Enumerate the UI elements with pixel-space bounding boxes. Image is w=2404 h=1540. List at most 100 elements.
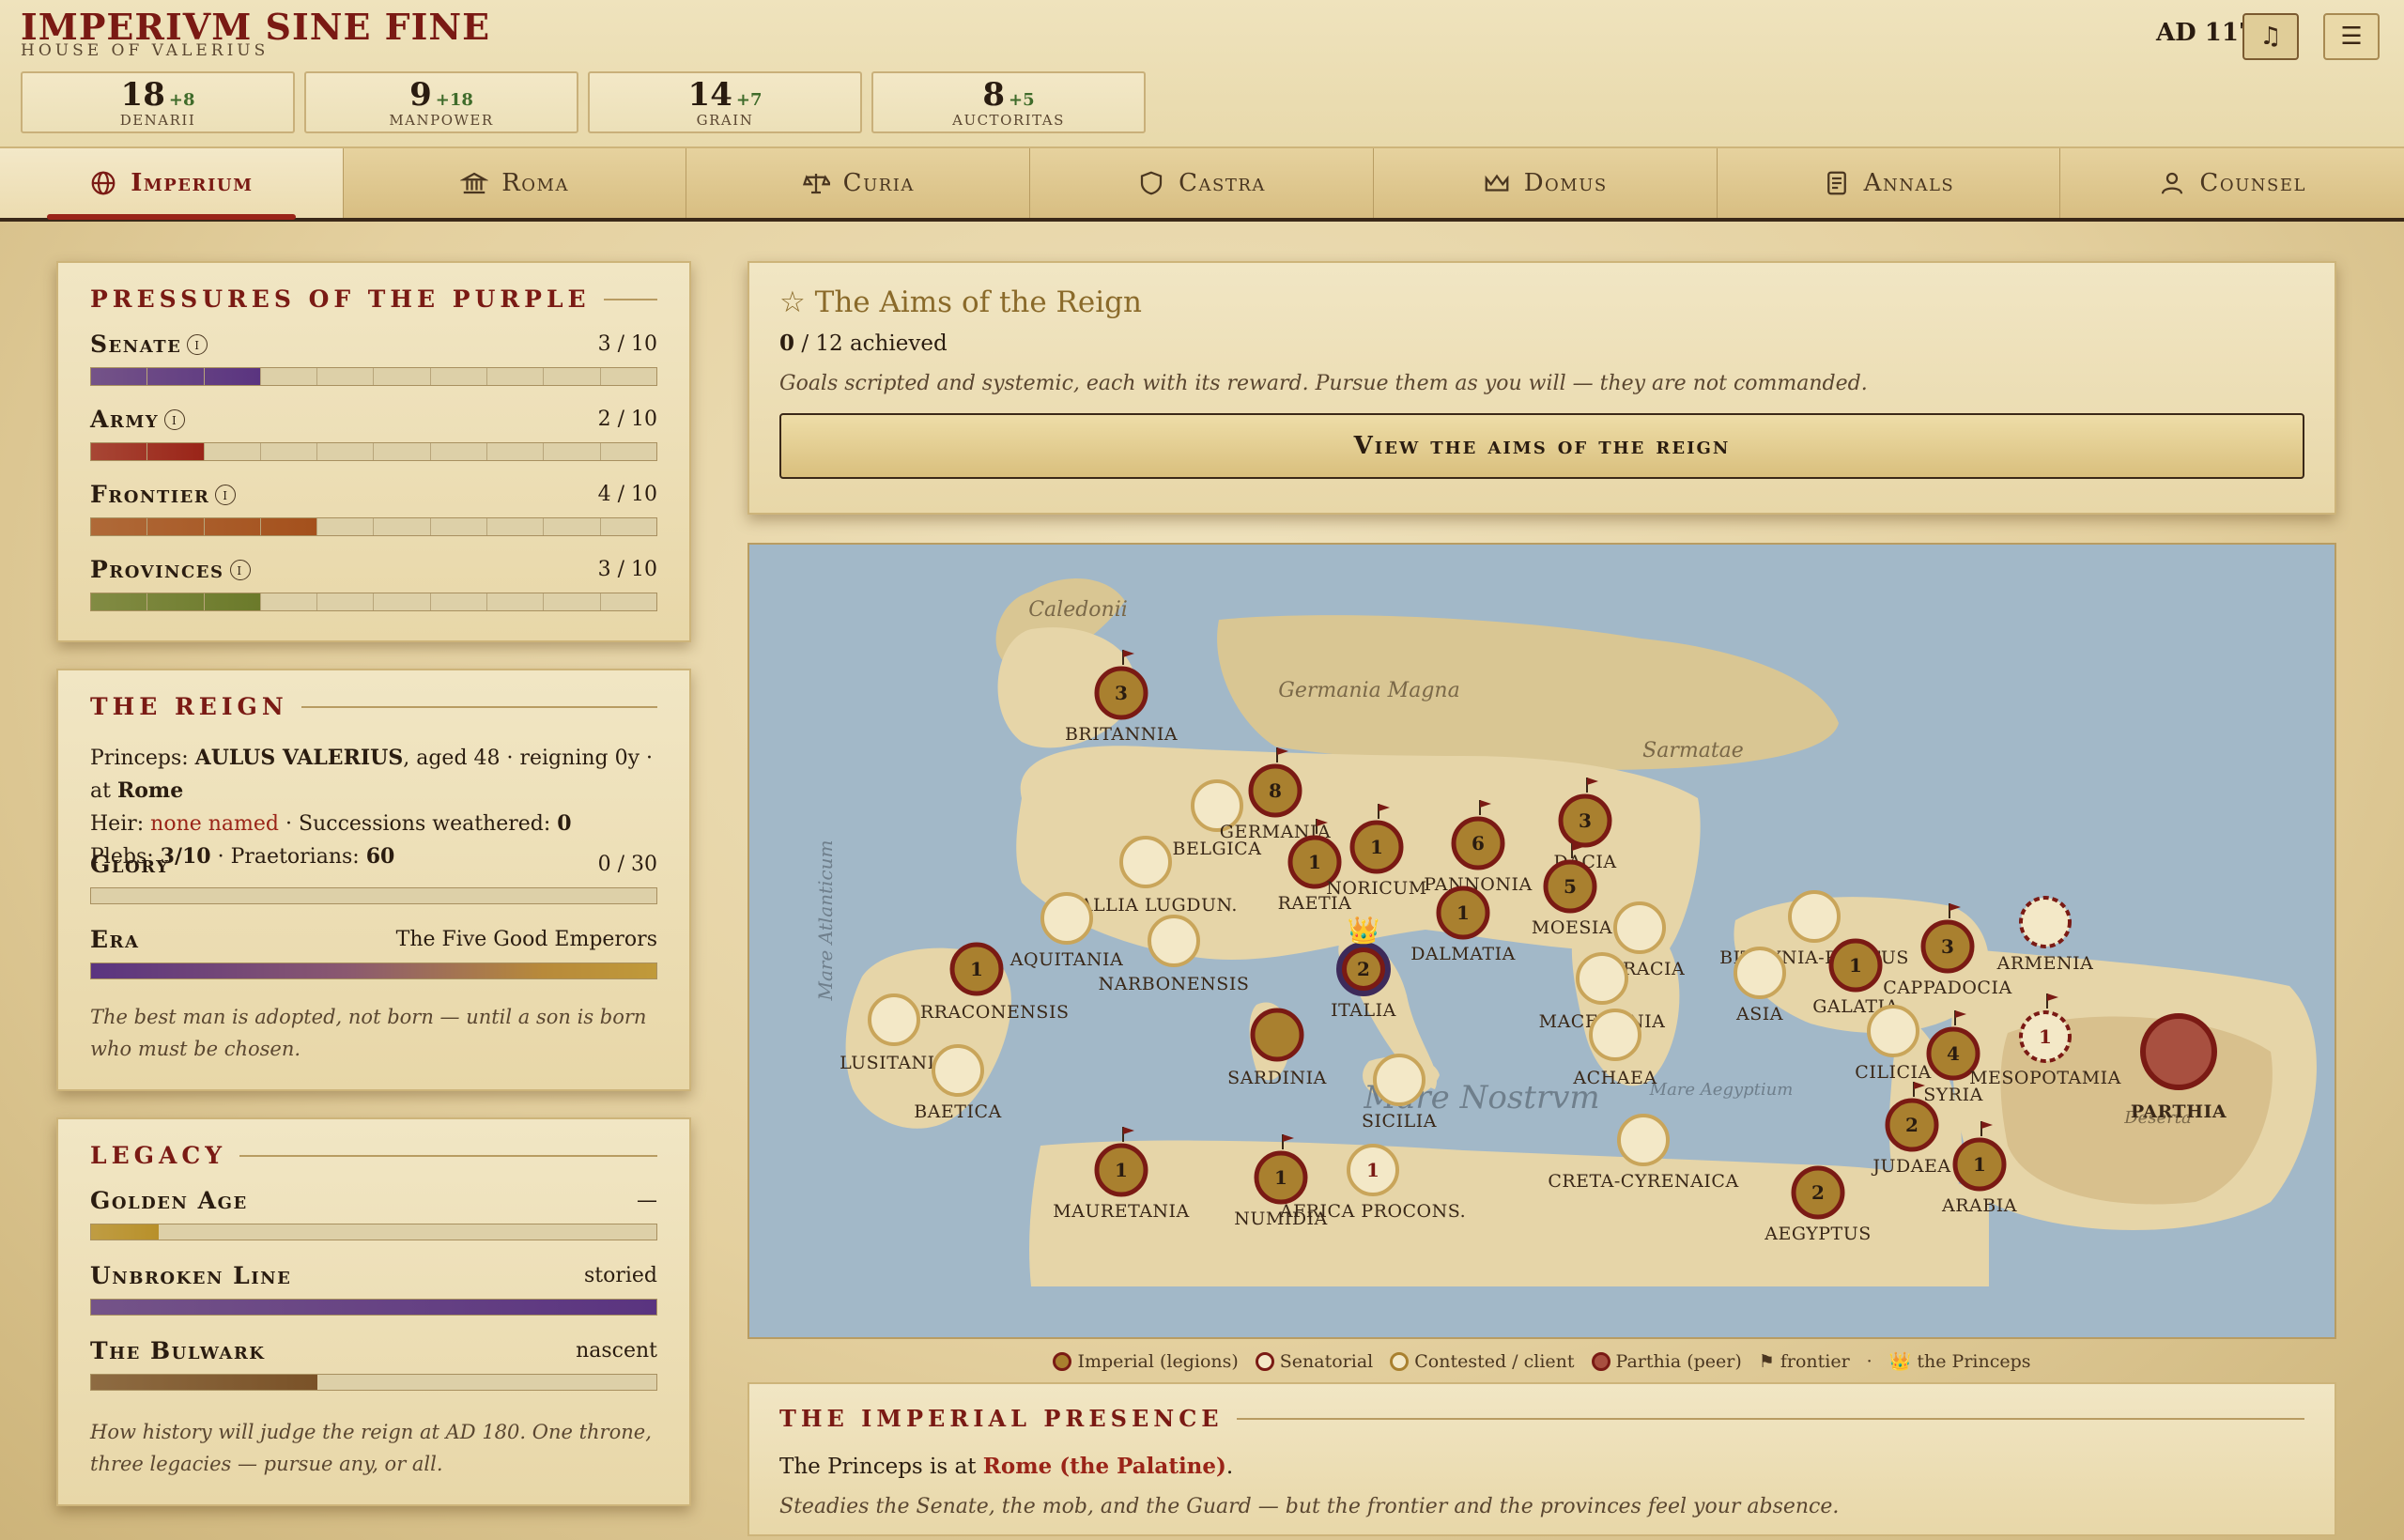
legion-count: 1 xyxy=(970,958,983,980)
meter-value: 4 / 10 xyxy=(597,483,657,506)
tab-label: Curia xyxy=(842,169,915,197)
province-marker[interactable] xyxy=(1613,901,1666,954)
tab-curia[interactable]: Curia xyxy=(686,148,1031,218)
bar-ticks xyxy=(91,368,656,385)
resource-value: 18 xyxy=(120,76,165,114)
province-label: ITALIA xyxy=(1331,1000,1396,1021)
resource-label: GRAIN xyxy=(696,112,754,129)
tab-castra[interactable]: Castra xyxy=(1030,148,1374,218)
presence-text: The Princeps is at xyxy=(779,1455,977,1479)
province-marker[interactable] xyxy=(932,1044,984,1097)
province-marker[interactable] xyxy=(1867,1005,1919,1057)
tab-roma[interactable]: Roma xyxy=(344,148,687,218)
resource-delta: +5 xyxy=(1009,90,1035,110)
province-marker[interactable] xyxy=(1040,892,1093,945)
aims-panel: ☆ The Aims of the Reign 0 / 12 achieved … xyxy=(747,261,2336,515)
legion-count: 1 xyxy=(1849,954,1862,977)
successions-label: · Successions weathered: xyxy=(285,812,551,836)
province-marker[interactable] xyxy=(868,993,920,1046)
aims-progress: 0 / 12 achieved xyxy=(779,331,948,356)
legend-princeps: 👑 the Princeps xyxy=(1888,1351,2031,1372)
province-marker[interactable] xyxy=(1373,1054,1425,1106)
bar-ticks xyxy=(91,518,656,535)
army-bar xyxy=(90,442,657,461)
unbroken-line-bar xyxy=(90,1299,657,1316)
province-marker[interactable] xyxy=(1119,836,1172,888)
legion-count: 1 xyxy=(1308,851,1321,873)
music-toggle-button[interactable]: ♫ xyxy=(2242,13,2299,60)
temple-icon xyxy=(460,172,489,194)
menu-button[interactable]: ☰ xyxy=(2323,13,2380,60)
province-label: MOESIA xyxy=(1532,917,1612,938)
info-icon[interactable]: i xyxy=(187,334,208,355)
legion-count: 2 xyxy=(1811,1181,1825,1204)
province-marker[interactable] xyxy=(1576,952,1628,1005)
province-label: ASIA xyxy=(1735,1004,1783,1024)
info-icon[interactable]: i xyxy=(229,560,251,580)
sea-label: Mare Atlanticum xyxy=(814,840,837,1002)
tab-counsel[interactable]: Counsel xyxy=(2060,148,2404,218)
province-label: PARTHIA xyxy=(2131,1101,2227,1122)
province-marker[interactable] xyxy=(1617,1114,1670,1166)
presence-location: Rome (the Palatine) xyxy=(982,1454,1226,1479)
meter-name: Army i xyxy=(90,406,186,433)
legion-count: 1 xyxy=(1973,1153,1986,1176)
meter-unbroken-line: Unbroken Line storied xyxy=(90,1262,657,1316)
presence-note: Steadies the Senate, the mob, and the Gu… xyxy=(779,1495,1840,1518)
province-marker[interactable] xyxy=(1734,947,1786,999)
meter-label: Frontier xyxy=(90,481,210,508)
empire-map: Caledonii Germania Magna Sarmatae Desert… xyxy=(747,543,2336,1339)
house-subtitle: HOUSE OF VALERIUS xyxy=(21,41,270,60)
province-marker[interactable] xyxy=(1788,890,1841,943)
legacy-label: The Bulwark xyxy=(90,1337,266,1364)
info-icon[interactable]: i xyxy=(215,485,237,505)
legion-count: 1 xyxy=(1115,1159,1128,1181)
legacy-note: How history will judge the reign at AD 1… xyxy=(90,1421,652,1475)
tab-label: Roma xyxy=(501,169,569,197)
tab-domus[interactable]: Domus xyxy=(1374,148,1718,218)
meter-frontier: Frontier i 4 / 10 xyxy=(90,481,657,536)
province-label: CRETA-CYRENAICA xyxy=(1548,1171,1738,1192)
imperial-swatch xyxy=(1053,1351,1072,1371)
legion-count: 1 xyxy=(1366,1159,1379,1181)
princeps-label: Princeps: xyxy=(90,747,189,770)
scroll-icon xyxy=(1826,171,1846,195)
province-marker[interactable] xyxy=(1148,915,1200,967)
info-icon[interactable]: i xyxy=(164,409,186,430)
province-sardinia[interactable]: SARDINIA xyxy=(1227,1008,1327,1088)
legion-count: 3 xyxy=(1941,935,1954,958)
tab-annals[interactable]: Annals xyxy=(1718,148,2061,218)
province-asia[interactable]: ASIA xyxy=(1734,947,1786,1024)
frontier-flag-icon xyxy=(1123,650,1134,657)
province-creta-cyrenaica[interactable]: CRETA-CYRENAICA xyxy=(1548,1114,1738,1192)
golden-age-fill xyxy=(91,1224,160,1240)
legend-frontier: ⚑ frontier xyxy=(1758,1350,1850,1372)
meter-value: 3 / 10 xyxy=(597,332,657,356)
legacy-value: nascent xyxy=(576,1339,657,1363)
map-legend: Imperial (legions) Senatorial Contested … xyxy=(747,1350,2336,1372)
province-armenia[interactable]: ARMENIA xyxy=(1996,896,2094,974)
meter-glory: Glory 0 / 30 xyxy=(90,851,657,904)
resource-delta: +7 xyxy=(735,90,763,110)
frontier-bar xyxy=(90,517,657,536)
tab-label: Imperium xyxy=(131,169,254,197)
legion-count: 5 xyxy=(1564,875,1577,898)
legion-count: 1 xyxy=(1456,901,1470,924)
province-marker[interactable] xyxy=(1250,1008,1304,1062)
panel-title: THE REIGN xyxy=(90,693,288,720)
music-note-icon: ♫ xyxy=(2259,23,2282,51)
golden-age-bar xyxy=(90,1224,657,1240)
province-marker[interactable] xyxy=(2140,1013,2217,1090)
view-aims-button[interactable]: View the aims of the reign xyxy=(779,413,2304,479)
crown-icon xyxy=(1485,174,1509,192)
legion-count: 1 xyxy=(1370,836,1383,858)
land-label: Caledonii xyxy=(1028,598,1128,622)
province-label: CAPPADOCIA xyxy=(1883,978,2011,998)
province-marker[interactable] xyxy=(2019,896,2072,948)
tab-imperium[interactable]: Imperium xyxy=(0,148,344,220)
legacy-value: — xyxy=(637,1189,657,1212)
frontier-flag-icon xyxy=(1123,1127,1134,1134)
aims-achieved-text: / 12 achieved xyxy=(801,331,948,356)
province-marker[interactable] xyxy=(1589,1009,1641,1061)
globe-icon xyxy=(91,171,116,195)
